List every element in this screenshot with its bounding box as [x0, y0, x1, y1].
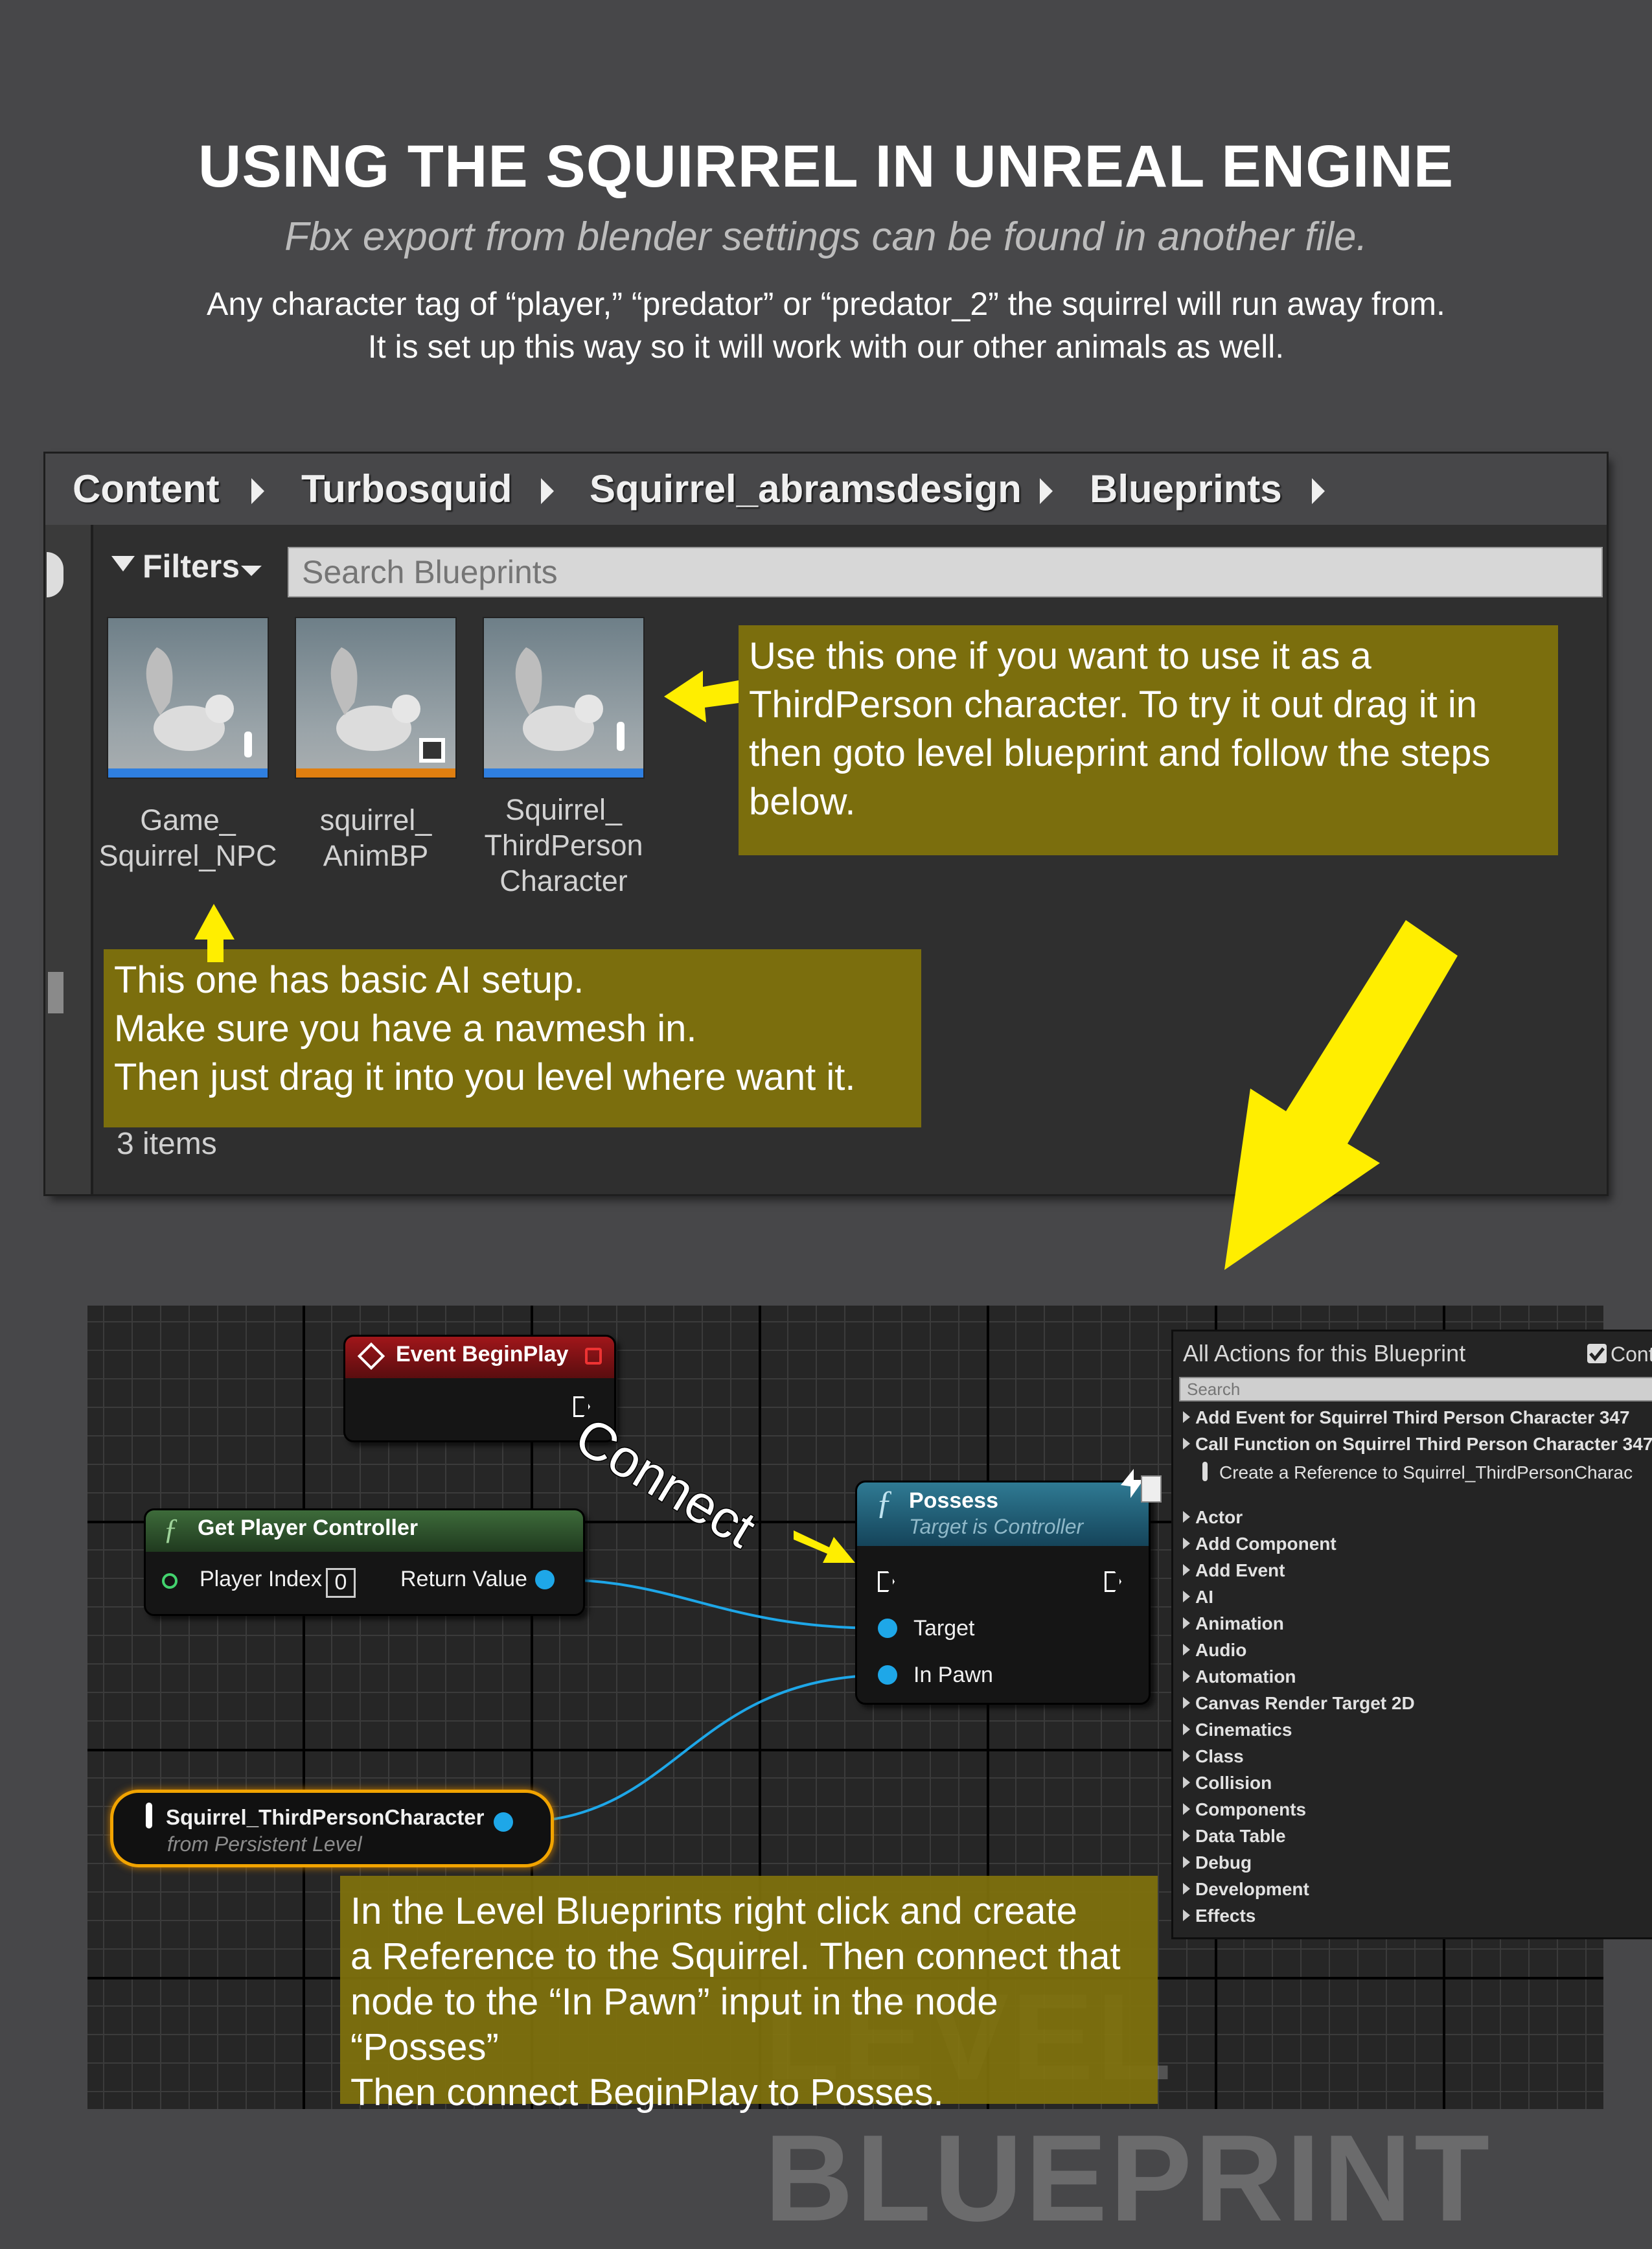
action-category[interactable]: Actor — [1183, 1507, 1243, 1528]
note-level-blueprint: In the Level Blueprints right click and … — [340, 1876, 1158, 2114]
node-header: Get Player Controller — [146, 1510, 583, 1552]
action-category[interactable]: Audio — [1183, 1640, 1246, 1661]
action-category-label: Add Event — [1195, 1560, 1285, 1580]
target-pin[interactable] — [878, 1619, 897, 1638]
node-possess[interactable]: Possess Target is Controller — [855, 1481, 1151, 1705]
player-index-label: Player Index — [200, 1567, 322, 1591]
expand-icon — [1183, 1564, 1190, 1576]
in-pawn-label: In Pawn — [913, 1663, 993, 1687]
action-item[interactable]: Add Event for Squirrel Third Person Char… — [1183, 1407, 1630, 1428]
action-category-label: Effects — [1195, 1906, 1256, 1926]
action-category[interactable]: Add Event — [1183, 1560, 1285, 1581]
action-category[interactable]: Effects — [1183, 1906, 1256, 1926]
action-category-label: Debug — [1195, 1852, 1252, 1873]
action-category[interactable]: Automation — [1183, 1667, 1296, 1687]
expand-icon — [1183, 1830, 1190, 1841]
wire-ref-to-inpawn — [514, 1674, 888, 1823]
expand-icon — [1183, 1750, 1190, 1762]
arrow-connect-icon — [794, 1530, 855, 1563]
expand-icon — [1183, 1411, 1190, 1423]
action-item[interactable]: Call Function on Squirrel Third Person C… — [1183, 1434, 1652, 1455]
context-sensitive-checkbox[interactable] — [1587, 1344, 1607, 1363]
node-title: Get Player Controller — [198, 1516, 419, 1540]
context-sensitive-label: Cont — [1611, 1343, 1652, 1366]
expand-icon — [1183, 1856, 1190, 1868]
action-category[interactable]: Collision — [1183, 1773, 1272, 1793]
reference-node-title: Squirrel_ThirdPersonCharacter — [166, 1805, 485, 1829]
note-line: Then connect BeginPlay to Posses. — [350, 2071, 944, 2114]
node-subtitle: Target is Controller — [909, 1515, 1084, 1538]
reference-node-subtitle: from Persistent Level — [167, 1832, 362, 1856]
action-category-label: Audio — [1195, 1640, 1247, 1660]
action-category[interactable]: Canvas Render Target 2D — [1183, 1693, 1415, 1714]
action-category-label: Add Component — [1195, 1534, 1337, 1554]
expand-icon — [1183, 1617, 1190, 1629]
expand-icon — [1183, 1538, 1190, 1549]
player-index-pin[interactable] — [162, 1573, 178, 1589]
action-item-create-reference[interactable]: Create a Reference to Squirrel_ThirdPers… — [1202, 1462, 1633, 1483]
action-category[interactable]: Debug — [1183, 1852, 1252, 1873]
delegate-pin-icon[interactable] — [585, 1348, 602, 1365]
node-title: Event BeginPlay — [396, 1342, 569, 1367]
action-item-label: Add Event for Squirrel Third Person Char… — [1195, 1407, 1630, 1427]
action-category-label: Cinematics — [1195, 1720, 1292, 1740]
action-category-label: Actor — [1195, 1507, 1243, 1527]
note-line: In the Level Blueprints right click and … — [350, 1890, 1077, 1932]
note-line: a Reference to the Squirrel. Then connec… — [350, 1935, 1121, 1978]
action-category[interactable]: Animation — [1183, 1613, 1284, 1634]
network-icon — [1121, 1469, 1162, 1503]
in-pawn-pin[interactable] — [878, 1665, 897, 1685]
function-icon: ƒ — [163, 1512, 178, 1545]
action-category[interactable]: Data Table — [1183, 1826, 1286, 1847]
action-category[interactable]: Components — [1183, 1799, 1306, 1820]
action-category-label: AI — [1195, 1587, 1213, 1607]
action-category-label: Components — [1195, 1799, 1307, 1819]
return-value-label: Return Value — [400, 1567, 527, 1591]
return-value-pin[interactable] — [535, 1570, 555, 1589]
node-title: Possess — [909, 1488, 998, 1513]
expand-icon — [1183, 1670, 1190, 1682]
wire-return-to-target — [556, 1578, 888, 1630]
action-category-label: Development — [1195, 1879, 1309, 1899]
action-category-label: Data Table — [1195, 1826, 1286, 1846]
character-icon — [1202, 1462, 1208, 1481]
node-header: Possess Target is Controller — [857, 1482, 1149, 1546]
expand-icon — [1183, 1697, 1190, 1709]
function-icon: ƒ — [876, 1484, 893, 1521]
node-event-beginplay[interactable]: Event BeginPlay — [343, 1335, 616, 1442]
expand-icon — [1183, 1644, 1190, 1655]
action-category-label: Collision — [1195, 1773, 1272, 1793]
expand-icon — [1183, 1909, 1190, 1921]
action-item-label: Call Function on Squirrel Third Person C… — [1195, 1434, 1652, 1454]
action-category[interactable]: Development — [1183, 1879, 1309, 1900]
checkmark-icon — [1589, 1347, 1605, 1361]
node-header: Event BeginPlay — [345, 1337, 614, 1378]
node-get-player-controller[interactable]: Get Player Controller — [144, 1508, 585, 1616]
action-category[interactable]: Add Component — [1183, 1534, 1337, 1554]
actions-menu-title: All Actions for this Blueprint — [1183, 1340, 1466, 1367]
action-category-label: Class — [1195, 1746, 1244, 1766]
expand-icon — [1183, 1803, 1190, 1815]
reference-output-pin[interactable] — [494, 1812, 513, 1832]
action-category[interactable]: Cinematics — [1183, 1720, 1292, 1740]
character-icon — [146, 1803, 152, 1828]
action-category-label: Animation — [1195, 1613, 1284, 1633]
action-item-label: Create a Reference to Squirrel_ThirdPers… — [1219, 1462, 1633, 1482]
action-category[interactable]: AI — [1183, 1587, 1213, 1608]
note-line: node to the “In Pawn” input in the node … — [350, 1981, 998, 2068]
actions-search-input[interactable] — [1179, 1377, 1652, 1401]
action-category-label: Automation — [1195, 1667, 1296, 1687]
expand-icon — [1183, 1777, 1190, 1788]
target-label: Target — [913, 1616, 975, 1641]
expand-icon — [1183, 1591, 1190, 1602]
expand-icon — [1183, 1511, 1190, 1523]
player-index-field[interactable]: 0 — [326, 1568, 356, 1598]
action-category[interactable]: Class — [1183, 1746, 1244, 1767]
expand-icon — [1183, 1438, 1190, 1449]
action-category-label: Canvas Render Target 2D — [1195, 1693, 1415, 1713]
expand-icon — [1183, 1883, 1190, 1895]
expand-icon — [1183, 1724, 1190, 1735]
